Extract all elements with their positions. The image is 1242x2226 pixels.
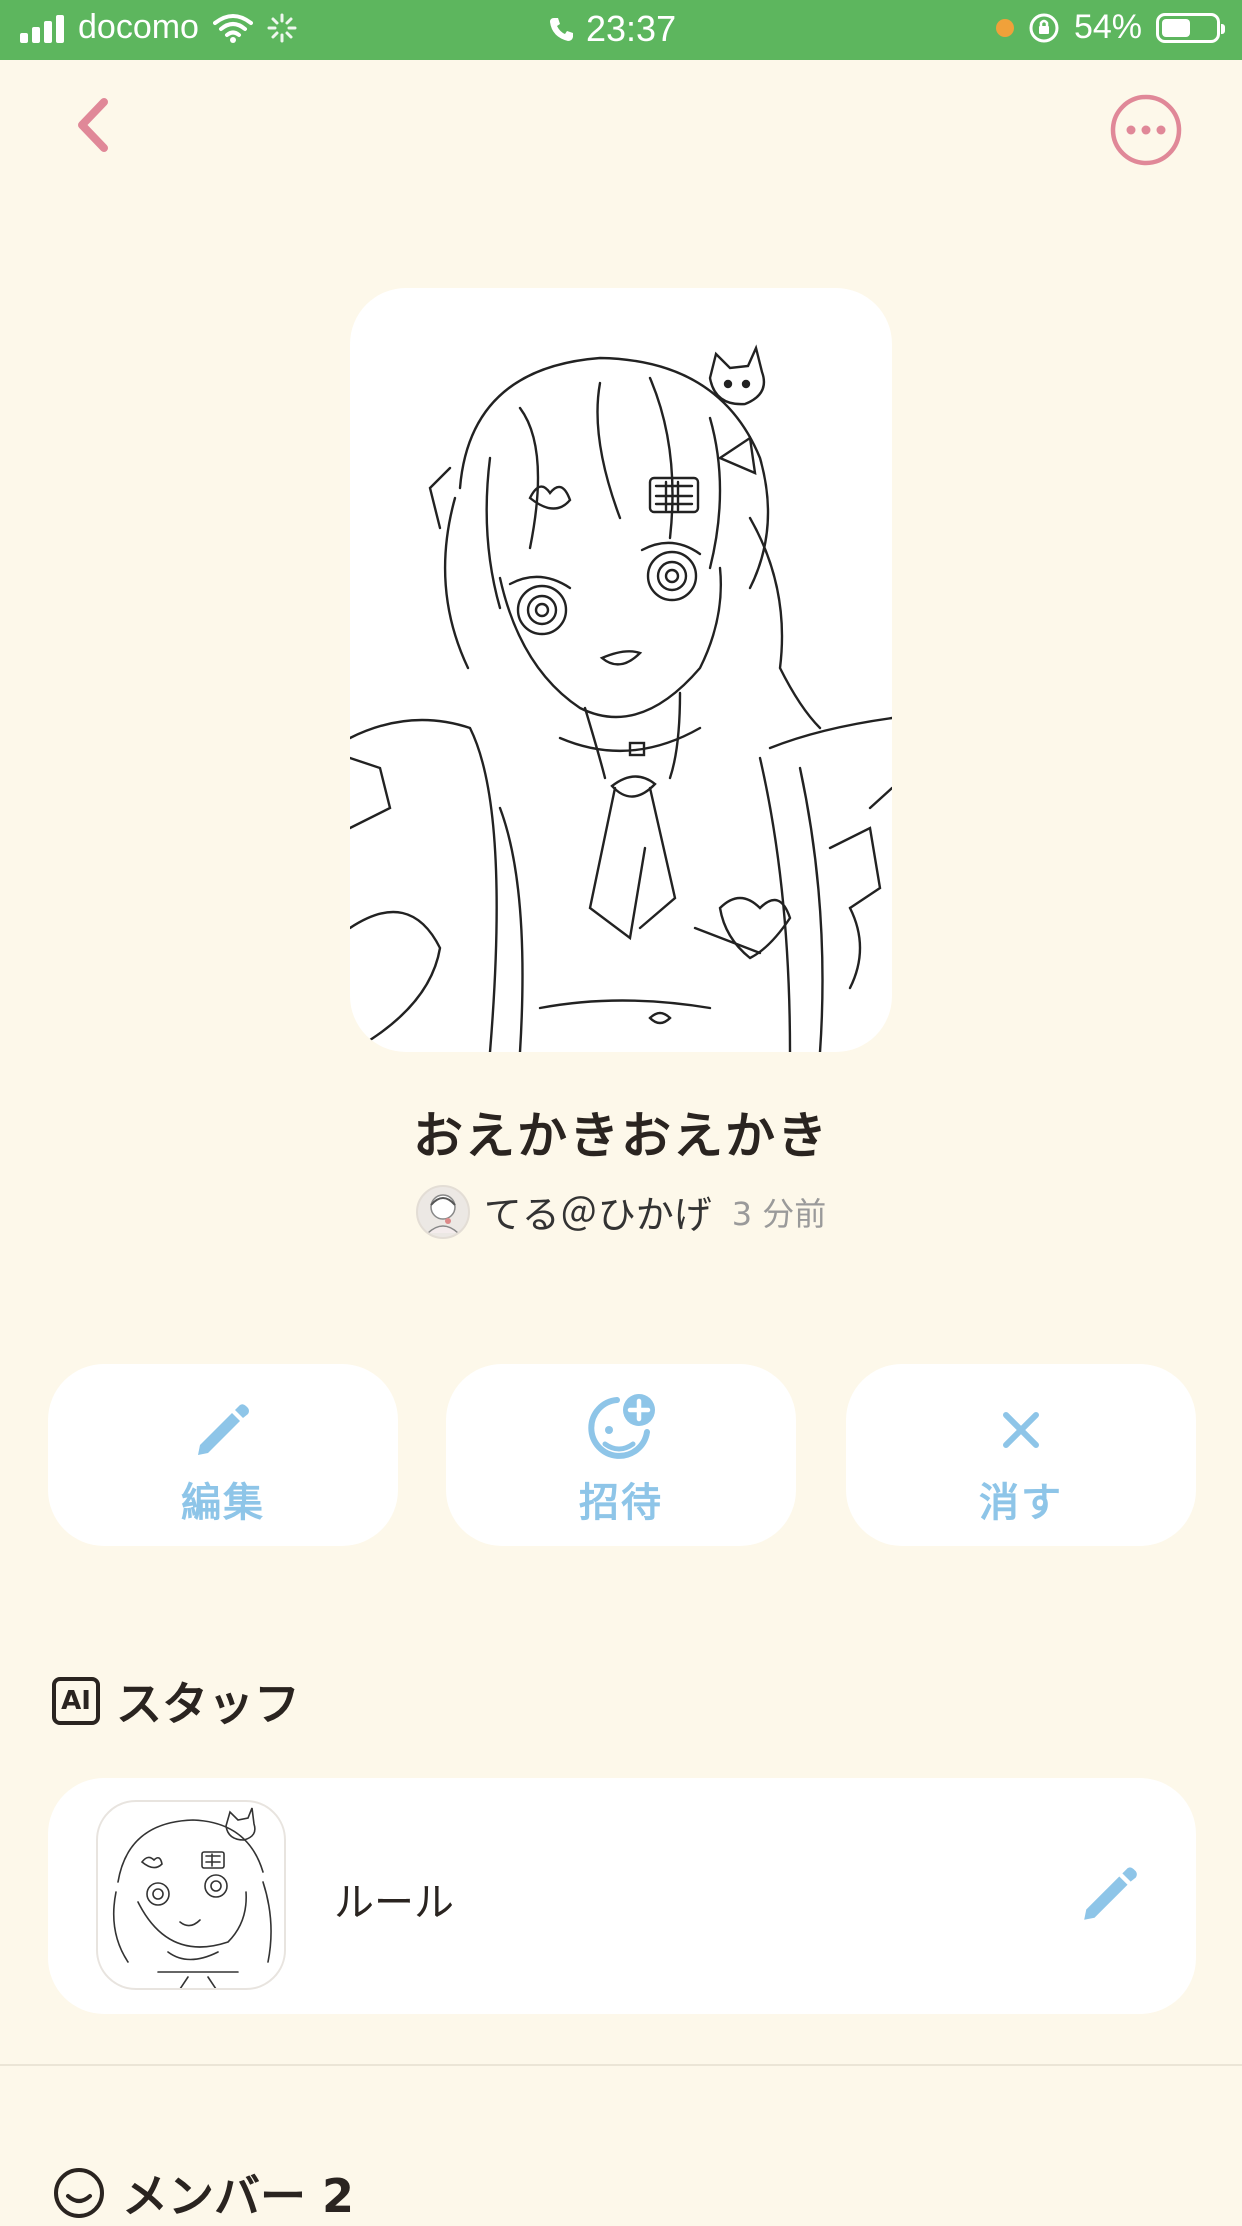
pencil-icon bbox=[1084, 1867, 1137, 1920]
author-row[interactable]: てる＠ひかげ 3 分前 bbox=[0, 1184, 1242, 1239]
staff-sketch-image bbox=[112, 1807, 272, 1988]
recording-dot-icon bbox=[995, 18, 1014, 37]
edit-button[interactable]: 編集 bbox=[48, 1364, 398, 1546]
section-divider bbox=[0, 2064, 1242, 2066]
room-title: おえかきおえかき bbox=[413, 1107, 829, 1165]
avatar-sketch-icon bbox=[427, 1193, 459, 1234]
loading-spinner-icon bbox=[267, 13, 297, 42]
rotation-lock-icon bbox=[1029, 13, 1059, 42]
chevron-left-icon bbox=[78, 98, 108, 152]
clock: 23:37 bbox=[586, 8, 677, 49]
more-icon bbox=[1110, 94, 1182, 166]
pencil-icon bbox=[198, 1404, 249, 1455]
staff-edit-button[interactable] bbox=[1078, 1862, 1142, 1926]
more-options-button[interactable] bbox=[1108, 92, 1184, 168]
battery-icon bbox=[1156, 12, 1225, 43]
ai-icon: AI bbox=[52, 1677, 100, 1725]
smile-icon bbox=[54, 2168, 104, 2218]
status-bar: docomo 23:37 54% bbox=[0, 0, 1242, 60]
author-name[interactable]: てる＠ひかげ bbox=[484, 1184, 712, 1239]
close-icon bbox=[1003, 1412, 1039, 1448]
staff-thumbnail bbox=[96, 1800, 286, 1990]
action-buttons: 編集 招待 消す bbox=[48, 1364, 1196, 1546]
carrier-label: docomo bbox=[78, 8, 199, 46]
delete-button[interactable]: 消す bbox=[846, 1364, 1196, 1546]
edit-label: 編集 bbox=[181, 1480, 265, 1526]
invite-smile-plus-icon bbox=[588, 1394, 655, 1459]
invite-label: 招待 bbox=[579, 1480, 663, 1526]
staff-section-title: スタッフ bbox=[116, 1677, 300, 1731]
staff-section-header: AI スタッフ bbox=[52, 1668, 300, 1734]
phone-icon bbox=[550, 18, 573, 41]
staff-name: ルール bbox=[334, 1880, 454, 1926]
members-section-title: メンバー 2 bbox=[122, 2169, 355, 2223]
invite-button[interactable]: 招待 bbox=[446, 1364, 796, 1546]
room-cover-image bbox=[350, 288, 892, 1052]
delete-label: 消す bbox=[979, 1480, 1063, 1526]
staff-item-card[interactable]: ルール bbox=[48, 1778, 1196, 2014]
post-time: 3 分前 bbox=[731, 1194, 827, 1233]
author-avatar[interactable] bbox=[415, 1184, 470, 1239]
battery-percent: 54% bbox=[1073, 8, 1142, 46]
members-section-header: メンバー 2 bbox=[52, 2160, 354, 2226]
wifi-icon bbox=[212, 13, 253, 43]
sketch-illustration bbox=[350, 344, 892, 1052]
back-button[interactable] bbox=[60, 90, 130, 160]
signal-icon bbox=[20, 13, 64, 43]
